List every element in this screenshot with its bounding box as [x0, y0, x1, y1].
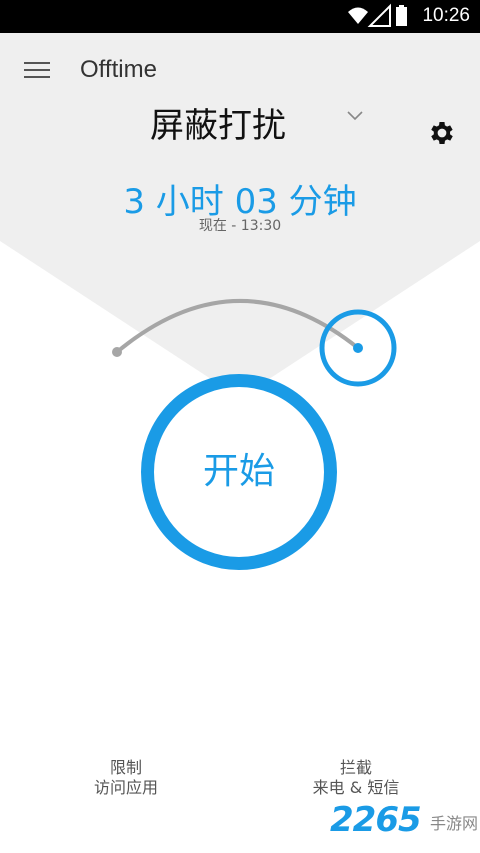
mode-dropdown[interactable]: 屏蔽打扰 [150, 98, 380, 146]
restrict-apps-line1: 限制 [109, 758, 142, 777]
current-time-line: 现在 - 13:30 [198, 218, 282, 234]
status-icons [348, 3, 407, 27]
start-label: 开始 [202, 451, 275, 492]
restrict-apps-line2: 访问应用 [93, 778, 158, 797]
app-title: Offtime [80, 56, 157, 83]
block-calls-line2: 来电 & 短信 [312, 778, 400, 797]
restrict-apps-button[interactable]: 限制 访问应用 [56, 758, 196, 798]
status-bar: 10:26 [0, 0, 480, 33]
wifi-icon [348, 7, 368, 24]
chevron-down-icon [347, 111, 363, 121]
mode-selected-label: 屏蔽打扰 [150, 106, 286, 146]
watermark-text: 手游网 [430, 814, 479, 833]
watermark-digits: 2265 [330, 800, 422, 840]
block-calls-line1: 拦截 [339, 758, 372, 777]
clock-time: 10:26 [422, 5, 470, 26]
signal-icon [367, 3, 391, 27]
start-button[interactable]: 开始 [141, 374, 337, 570]
block-calls-sms-button[interactable]: 拦截 来电 & 短信 [286, 758, 426, 798]
battery-icon [396, 5, 407, 26]
menu-icon[interactable] [24, 62, 50, 82]
gear-icon[interactable] [427, 118, 457, 148]
